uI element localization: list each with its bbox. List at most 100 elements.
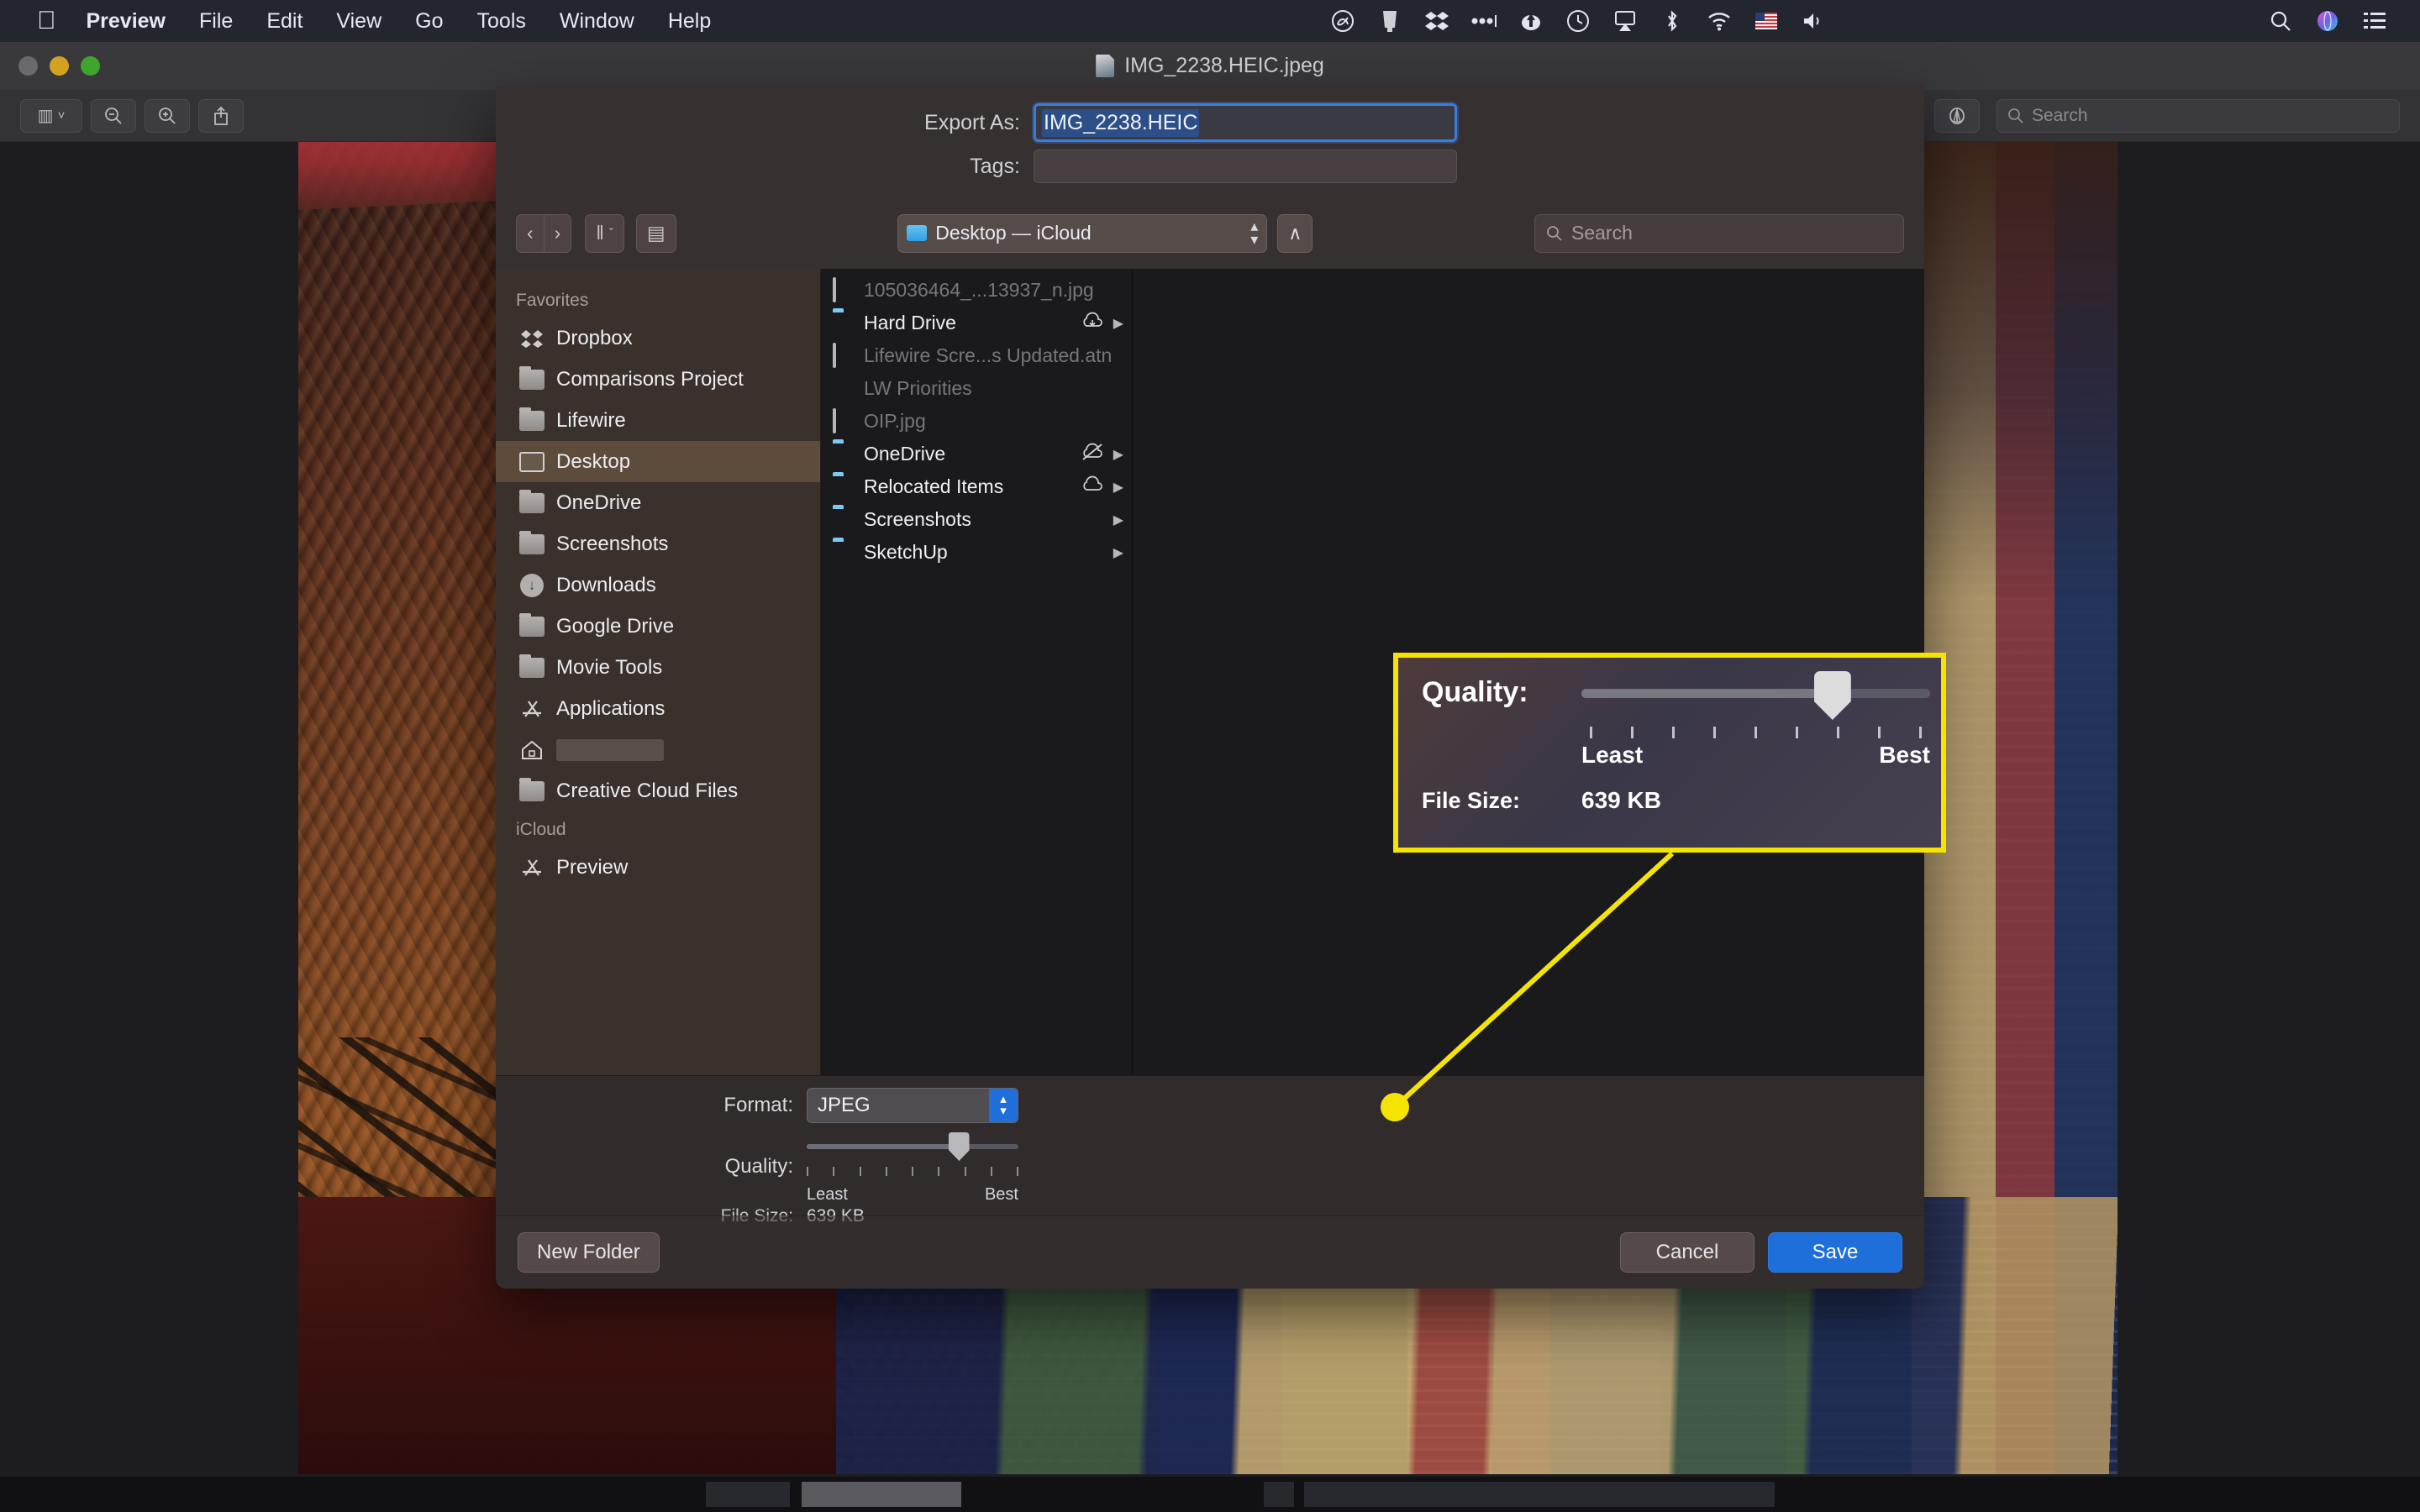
sidebar-item-onedrive[interactable]: OneDrive <box>496 482 820 523</box>
export-sheet-header: Export As: IMG_2238.HEIC Tags: <box>496 86 1924 197</box>
sidebar-item-comparisons-project[interactable]: Comparisons Project <box>496 359 820 400</box>
menu-view[interactable]: View <box>319 0 398 42</box>
volume-icon[interactable] <box>1790 0 1837 42</box>
callout-slider-fill <box>1581 689 1833 698</box>
chevron-right-icon[interactable]: ▶ <box>1113 544 1123 561</box>
control-center-icon[interactable] <box>2351 0 2398 42</box>
onedrive-icon[interactable] <box>1507 0 1555 42</box>
sidebar-item-preview[interactable]: Preview <box>496 847 820 888</box>
quality-slider-fill <box>807 1144 960 1149</box>
file-row[interactable]: Relocated Items ▶ <box>821 470 1132 503</box>
export-as-input[interactable]: IMG_2238.HEIC <box>1034 103 1457 142</box>
callout-file-size-row: File Size: 639 KB <box>1398 769 1941 814</box>
slider-tick <box>1672 727 1675 738</box>
sidebar-item-creative-cloud-files[interactable]: Creative Cloud Files <box>496 770 820 811</box>
stepper-updown-icon[interactable]: ▴ ▾ <box>989 1089 1018 1122</box>
view-options-button[interactable]: ‖ ˇ <box>585 213 624 253</box>
bluetooth-icon[interactable] <box>1649 0 1696 42</box>
chevron-right-icon[interactable]: ▶ <box>1113 315 1123 332</box>
menu-window[interactable]: Window <box>543 0 651 42</box>
quality-slider[interactable] <box>807 1128 1018 1176</box>
item-arrange-button[interactable]: ▤ <box>635 213 676 253</box>
quality-slider-thumb[interactable] <box>948 1132 970 1161</box>
sidebar-item-screenshots[interactable]: Screenshots <box>496 523 820 564</box>
sidebar-item-google-drive[interactable]: Google Drive <box>496 606 820 647</box>
dock-strip[interactable] <box>0 1477 2420 1512</box>
file-row[interactable]: OneDrive ▶ <box>821 438 1132 470</box>
location-popup-button[interactable]: Desktop — iCloud ▴ ▾ <box>897 213 1268 253</box>
dock-item[interactable] <box>706 1482 790 1507</box>
callout-endpoints: Least Best <box>1581 742 1930 769</box>
file-row[interactable]: Screenshots ▶ <box>821 503 1132 536</box>
sidebar-item-applications[interactable]: Applications <box>496 688 820 729</box>
chevron-right-icon[interactable]: ▶ <box>1113 512 1123 528</box>
sidebar-item-dropbox[interactable]: Dropbox <box>496 318 820 359</box>
file-row[interactable]: 105036464_...13937_n.jpg <box>821 274 1132 307</box>
menu-preview[interactable]: Preview <box>70 0 183 42</box>
cloud-download-icon <box>1080 312 1105 335</box>
forward-button[interactable]: › <box>543 213 572 253</box>
file-row[interactable]: Hard Drive ▶ <box>821 307 1132 339</box>
menu-edit[interactable]: Edit <box>250 0 319 42</box>
time-machine-icon[interactable] <box>1555 0 1602 42</box>
dock-item[interactable] <box>1264 1482 1294 1507</box>
callout-slider-thumb[interactable] <box>1813 671 1851 720</box>
format-popup-button[interactable]: JPEG ▴ ▾ <box>807 1088 1018 1123</box>
sheet-search-field[interactable]: Search <box>1534 213 1904 253</box>
sidebar-item-desktop[interactable]: Desktop <box>496 441 820 482</box>
file-row[interactable]: SketchUp ▶ <box>821 536 1132 569</box>
callout-quality-slider[interactable] <box>1581 671 1930 738</box>
apple-logo-icon[interactable]:  <box>24 3 70 39</box>
save-button[interactable]: Save <box>1768 1232 1902 1273</box>
sidebar-item-redacted <box>556 738 664 761</box>
sidebar-toggle-button[interactable]: ▥ ˅ <box>20 98 82 133</box>
file-row[interactable]: LW Priorities <box>821 372 1132 405</box>
siri-icon[interactable] <box>2304 0 2351 42</box>
folder-icon <box>519 777 544 802</box>
sidebar-item-label: Dropbox <box>556 326 633 349</box>
menu-file[interactable]: File <box>182 0 250 42</box>
sidebar-item-lifewire[interactable]: Lifewire <box>496 400 820 441</box>
menu-go[interactable]: Go <box>398 0 460 42</box>
document-add-icon: ▤ <box>646 222 666 244</box>
zoom-out-button[interactable] <box>91 98 136 133</box>
airplay-icon[interactable] <box>1602 0 1649 42</box>
creative-cloud-icon[interactable] <box>1319 0 1366 42</box>
sidebar-item-redacted[interactable] <box>496 729 820 770</box>
new-folder-button[interactable]: New Folder <box>518 1232 660 1273</box>
menu-tools[interactable]: Tools <box>460 0 543 42</box>
menu-help[interactable]: Help <box>651 0 728 42</box>
chevron-right-icon[interactable]: ▶ <box>1113 479 1123 496</box>
sheet-sidebar: Favorites Dropbox Comparisons Project Lifew… <box>496 269 821 1075</box>
sidebar-item-movie-tools[interactable]: Movie Tools <box>496 647 820 688</box>
sidebar-item-downloads[interactable]: ↓ Downloads <box>496 564 820 606</box>
tags-label: Tags: <box>970 154 1020 178</box>
toolbar-search-field[interactable]: Search <box>1996 98 2400 133</box>
ellipsis-icon[interactable] <box>1460 0 1507 42</box>
file-row[interactable]: Lifewire Scre...s Updated.atn <box>821 339 1132 372</box>
back-button[interactable]: ‹ <box>516 213 544 253</box>
back-forward-group[interactable]: ‹ › <box>516 213 572 253</box>
zoom-in-button[interactable] <box>145 98 190 133</box>
file-row[interactable]: OIP.jpg <box>821 405 1132 438</box>
search-icon <box>1547 225 1562 241</box>
dock-item[interactable] <box>802 1482 961 1507</box>
sidebar-item-label: Downloads <box>556 573 656 596</box>
annotate-button[interactable] <box>1934 98 1980 133</box>
share-button[interactable] <box>198 98 244 133</box>
document-file-icon <box>833 377 855 401</box>
wifi-icon[interactable] <box>1696 0 1743 42</box>
image-file-icon <box>833 276 855 302</box>
tags-input[interactable] <box>1034 150 1457 183</box>
spotlight-search-icon[interactable] <box>2257 0 2304 42</box>
export-as-row: Export As: IMG_2238.HEIC <box>496 101 1924 144</box>
dock-item[interactable] <box>1304 1482 1775 1507</box>
cancel-button[interactable]: Cancel <box>1620 1232 1754 1273</box>
go-up-button[interactable]: ∧ <box>1277 213 1313 253</box>
chevron-right-icon[interactable]: ▶ <box>1113 446 1123 463</box>
sidebar-item-label: Movie Tools <box>556 655 663 679</box>
callout-best-label: Best <box>1879 742 1930 768</box>
dropbox-icon[interactable] <box>1413 0 1460 42</box>
display-icon[interactable] <box>1366 0 1413 42</box>
input-flag-icon[interactable] <box>1743 0 1790 42</box>
